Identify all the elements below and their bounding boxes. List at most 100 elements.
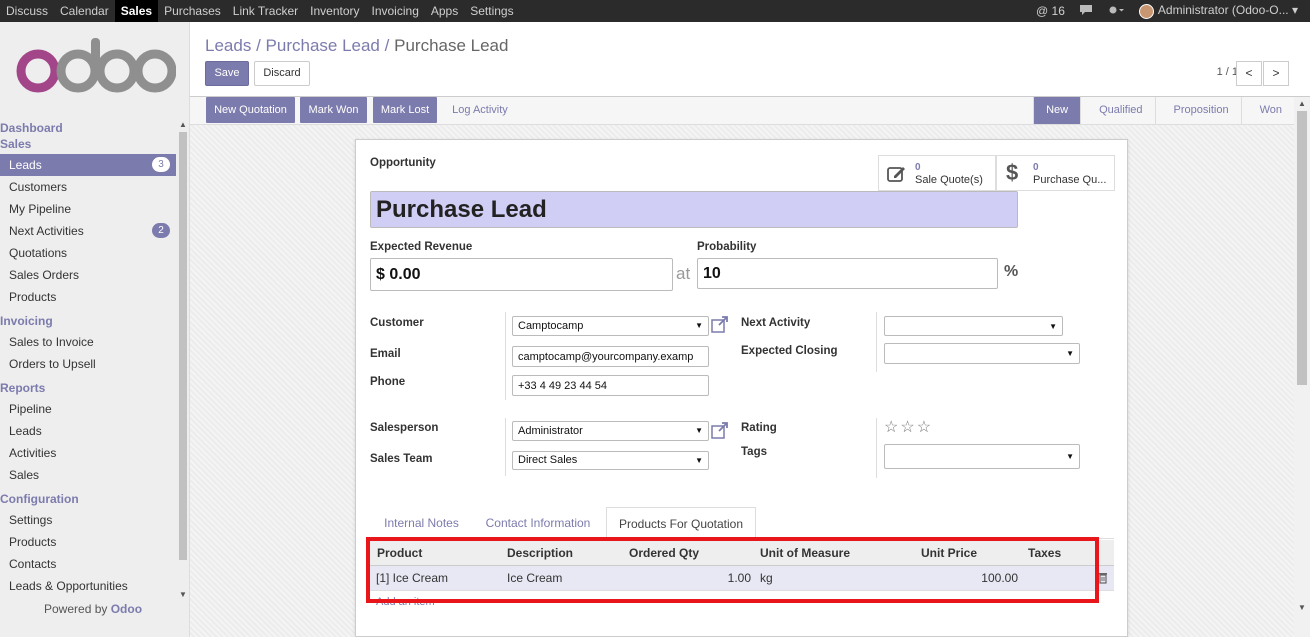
menu-sales[interactable]: Sales [114,0,159,22]
breadcrumb: Leads / Purchase Lead / Purchase Lead [205,36,508,56]
sidebar-item-orders-to-upsell[interactable]: Orders to Upsell [0,353,176,375]
menu-purchases[interactable]: Purchases [158,0,227,22]
opportunity-name-field[interactable]: Purchase Lead [370,191,1018,228]
sidebar-item-report-leads[interactable]: Leads [0,420,176,442]
log-activity-button[interactable]: Log Activity [445,97,515,123]
breadcrumb-separator: / [256,36,261,55]
control-panel: Leads / Purchase Lead / Purchase Lead Sa… [190,22,1310,97]
stage-won[interactable]: Won [1240,97,1294,124]
menu-apps[interactable]: Apps [425,0,464,22]
field-divider [505,312,506,400]
probability-field[interactable]: 10 [697,258,998,289]
chat-icon[interactable] [1079,4,1093,19]
sidebar-item-pipeline[interactable]: Pipeline [0,398,176,420]
user-menu[interactable]: Administrator (Odoo-O... ▾ [1138,3,1298,19]
tags-label: Tags [741,446,767,458]
sidebar-item-products[interactable]: Products [0,286,176,308]
external-link-icon[interactable] [711,421,729,443]
menu-inventory[interactable]: Inventory [304,0,365,22]
tab-internal-notes[interactable]: Internal Notes [370,507,473,539]
stage-qualified[interactable]: Qualified [1080,97,1155,124]
sidebar-item-sales-to-invoice[interactable]: Sales to Invoice [0,331,176,353]
pager-previous-button[interactable]: < [1236,61,1262,86]
sidebar-scroll-thumb[interactable] [179,132,187,560]
salesperson-select[interactable]: Administrator ▼ [512,421,709,441]
page-scroll-thumb[interactable] [1297,111,1307,385]
sidebar-item-quotations[interactable]: Quotations [0,242,176,264]
stage-selector: New Qualified Proposition Won [1033,97,1294,124]
sidebar-item-leads-opportunities[interactable]: Leads & Opportunities [0,575,176,597]
sidebar-item-customers[interactable]: Customers [0,176,176,198]
statusbar: New Quotation Mark Won Mark Lost Log Act… [190,97,1294,125]
tags-select[interactable]: ▼ [884,444,1080,469]
sale-quotes-label: Sale Quote(s) [915,174,983,186]
highlight-box [366,537,1099,603]
phone-field[interactable]: +33 4 49 23 44 54 [512,375,709,396]
sidebar-item-my-pipeline[interactable]: My Pipeline [0,198,176,220]
page-scrollbar[interactable]: ▲ ▼ [1294,97,1310,637]
menu-invoicing[interactable]: Invoicing [366,0,425,22]
phone-label: Phone [370,376,406,388]
field-divider [876,418,877,478]
breadcrumb-leads[interactable]: Leads [205,36,251,55]
rating-label: Rating [741,422,777,434]
stage-proposition[interactable]: Proposition [1154,97,1241,124]
scroll-down-icon[interactable]: ▼ [179,590,187,599]
sidebar: Dashboard Sales Leads 3 Customers My Pipe… [0,22,190,637]
breadcrumb-purchase-lead[interactable]: Purchase Lead [266,36,380,55]
external-link-icon[interactable] [711,315,729,337]
avatar [1138,3,1154,19]
sale-quotes-smart-button[interactable]: 0 Sale Quote(s) [878,155,996,191]
sidebar-item-sales-orders[interactable]: Sales Orders [0,264,176,286]
opportunity-type-label: Opportunity [370,157,436,169]
pager-next-button[interactable]: > [1263,61,1289,86]
discard-button[interactable]: Discard [254,61,310,86]
sidebar-scrollbar[interactable]: ▲ ▼ [177,120,188,610]
top-menu-bar: Discuss Calendar Sales Purchases Link Tr… [0,0,1310,22]
sidebar-section-configuration: Configuration [0,492,79,506]
new-quotation-button[interactable]: New Quotation [206,97,295,123]
stage-new[interactable]: New [1033,97,1081,124]
notebook-tabs: Internal Notes Contact Information Produ… [370,507,1114,539]
rating-stars[interactable]: ☆☆☆ [884,417,933,437]
menu-calendar[interactable]: Calendar [54,0,115,22]
chevron-down-icon: ▼ [695,426,703,435]
mark-won-button[interactable]: Mark Won [300,97,367,123]
sidebar-item-settings[interactable]: Settings [0,509,176,531]
mark-lost-button[interactable]: Mark Lost [373,97,437,123]
menu-settings[interactable]: Settings [464,0,519,22]
email-field[interactable]: camptocamp@yourcompany.examp [512,346,709,367]
sidebar-item-leads[interactable]: Leads 3 [0,154,176,176]
customer-select[interactable]: Camptocamp ▼ [512,316,709,336]
powered-by-link[interactable]: Odoo [111,602,142,616]
sidebar-item-activities[interactable]: Activities [0,442,176,464]
expected-closing-select[interactable]: ▼ [884,343,1080,364]
sidebar-item-dashboard[interactable]: Dashboard [0,120,176,136]
scroll-down-icon[interactable]: ▼ [1298,603,1306,612]
sidebar-section-sales: Sales [0,137,32,151]
sales-team-select[interactable]: Direct Sales ▼ [512,451,709,470]
pager-value[interactable]: 1 / 1 [1217,66,1238,78]
menu-discuss[interactable]: Discuss [0,0,54,22]
sidebar-item-next-activities[interactable]: Next Activities 2 [0,220,176,242]
odoo-logo [16,38,176,93]
expected-closing-label: Expected Closing [741,345,838,357]
tab-contact-information[interactable]: Contact Information [473,507,603,539]
menu-link-tracker[interactable]: Link Tracker [227,0,304,22]
sidebar-item-report-sales[interactable]: Sales [0,464,176,486]
salesperson-value: Administrator [518,425,583,437]
purchase-quotes-smart-button[interactable]: $ 0 Purchase Qu... [996,155,1115,191]
save-button[interactable]: Save [205,61,249,86]
scroll-up-icon[interactable]: ▲ [179,120,187,129]
sidebar-item-config-products[interactable]: Products [0,531,176,553]
tab-products-for-quotation[interactable]: Products For Quotation [606,507,756,539]
next-activity-select[interactable]: ▼ [884,316,1063,336]
scroll-up-icon[interactable]: ▲ [1298,99,1306,108]
sidebar-item-contacts[interactable]: Contacts [0,553,176,575]
mentions-counter[interactable]: @ 16 [1036,4,1065,18]
next-activities-count-badge: 2 [152,223,170,238]
email-label: Email [370,348,401,360]
trash-icon[interactable] [1098,572,1108,587]
expected-revenue-field[interactable]: $ 0.00 [370,258,673,291]
bug-debug-icon[interactable] [1107,4,1125,19]
